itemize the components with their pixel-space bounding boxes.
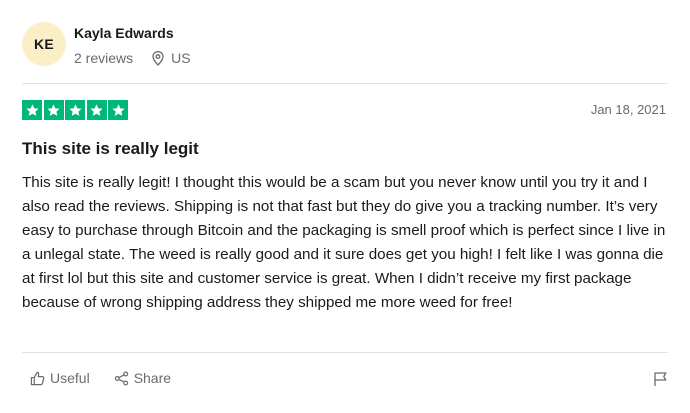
flag-icon [654, 372, 667, 386]
divider [22, 83, 668, 84]
review-body: This site is really legit! I thought thi… [22, 174, 666, 311]
star-icon [22, 100, 42, 120]
review-card: KE Kayla Edwards 2 reviews US Jan 18, 20… [0, 0, 690, 413]
share-button[interactable]: Share [114, 370, 171, 386]
report-button[interactable] [653, 371, 668, 387]
star-icon [65, 100, 85, 120]
author-country: US [171, 50, 191, 66]
thumbs-up-icon [30, 371, 45, 385]
star-icon [43, 100, 64, 120]
review-count: 2 reviews [74, 50, 134, 66]
share-label: Share [133, 370, 172, 386]
review-title[interactable]: This site is really legit [22, 139, 199, 159]
avatar[interactable]: KE [22, 22, 66, 66]
review-actions: Useful Share [30, 370, 195, 386]
star-icon [108, 100, 128, 120]
divider [22, 352, 668, 353]
useful-button[interactable]: Useful [30, 370, 90, 386]
location-pin-icon [151, 50, 165, 66]
useful-label: Useful [50, 370, 90, 386]
avatar-initials: KE [33, 36, 55, 52]
review-date: Jan 18, 2021 [590, 102, 666, 117]
author-name[interactable]: Kayla Edwards [74, 25, 174, 41]
star-rating [22, 100, 128, 120]
author-meta: 2 reviews US [74, 50, 191, 66]
share-icon [114, 371, 128, 385]
star-icon [86, 100, 107, 120]
